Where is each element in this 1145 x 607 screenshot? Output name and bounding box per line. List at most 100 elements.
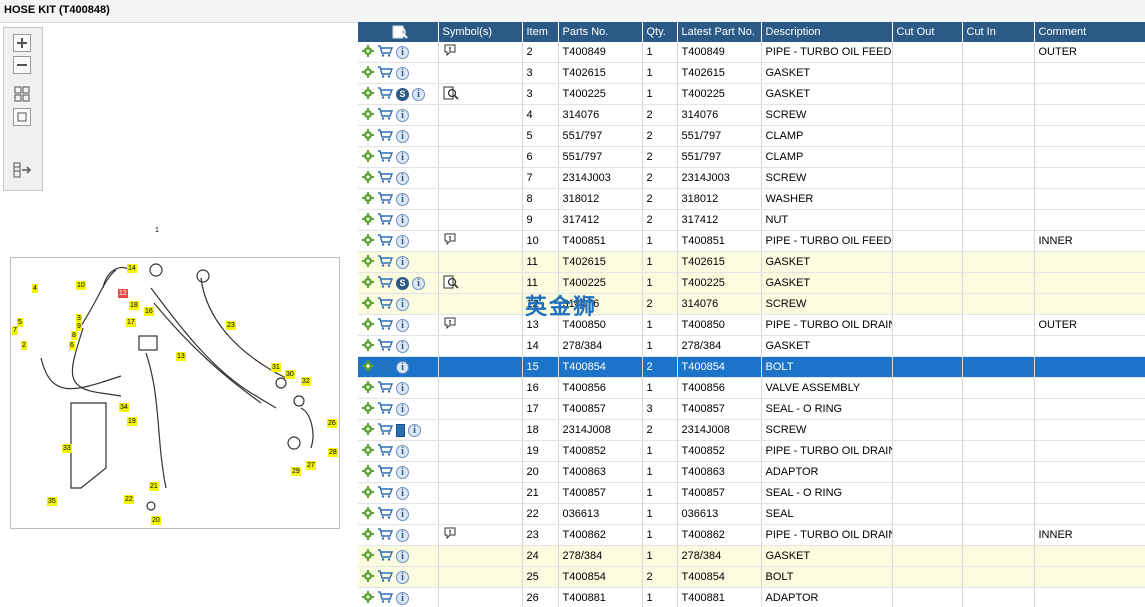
gear-icon[interactable]: [362, 359, 374, 375]
supersession-icon[interactable]: S: [396, 276, 409, 290]
info-icon[interactable]: i: [412, 87, 425, 101]
info-icon[interactable]: i: [412, 276, 425, 290]
gear-icon[interactable]: [362, 443, 374, 459]
add-to-cart-icon[interactable]: [377, 506, 394, 522]
add-to-cart-icon[interactable]: [377, 275, 394, 291]
gear-icon[interactable]: [362, 464, 374, 480]
info-icon[interactable]: i: [396, 150, 409, 164]
info-icon[interactable]: i: [396, 381, 409, 395]
info-icon[interactable]: i: [396, 570, 409, 584]
gear-icon[interactable]: [362, 44, 374, 60]
info-icon[interactable]: i: [396, 213, 409, 227]
add-to-cart-icon[interactable]: [377, 569, 394, 585]
add-to-cart-icon[interactable]: [377, 65, 394, 81]
info-icon[interactable]: i: [396, 318, 409, 332]
add-to-cart-icon[interactable]: [377, 233, 394, 249]
add-to-cart-icon[interactable]: [377, 548, 394, 564]
gear-icon[interactable]: [362, 107, 374, 123]
info-icon[interactable]: i: [396, 444, 409, 458]
column-header-comment[interactable]: Comment: [1034, 22, 1145, 42]
info-icon[interactable]: i: [396, 192, 409, 206]
table-row[interactable]: i 6 551/797 2 551/797 CLAMP: [358, 146, 1145, 168]
table-row[interactable]: i 11 T402615 1 T402615 GASKET: [358, 251, 1145, 273]
export-icon[interactable]: [13, 161, 32, 179]
add-to-cart-icon[interactable]: [377, 401, 394, 417]
gear-icon[interactable]: [362, 590, 374, 606]
add-to-cart-icon[interactable]: [377, 170, 394, 186]
table-row[interactable]: i 14 278/384 1 278/384 GASKET: [358, 335, 1145, 357]
gear-icon[interactable]: [362, 212, 374, 228]
fit-all-icon[interactable]: [13, 85, 31, 103]
info-icon[interactable]: i: [396, 402, 409, 416]
add-to-cart-icon[interactable]: [377, 527, 394, 543]
table-row[interactable]: i 23 T400862 1 T400862 PIPE - TURBO OIL DRAIN…: [358, 524, 1145, 546]
table-row[interactable]: i 2 T400849 1 T400849 PIPE - TURBO OIL FEED OU…: [358, 42, 1145, 63]
gear-icon[interactable]: [362, 275, 374, 291]
gear-icon[interactable]: [362, 65, 374, 81]
info-icon[interactable]: i: [408, 423, 421, 437]
column-header-latest-part-no[interactable]: Latest Part No.: [677, 22, 762, 42]
note-icon[interactable]: [443, 317, 457, 333]
add-to-cart-icon[interactable]: [377, 443, 394, 459]
table-row[interactable]: i 25 T400854 2 T400854 BOLT: [358, 566, 1145, 588]
info-icon[interactable]: i: [396, 507, 409, 521]
add-to-cart-icon[interactable]: [377, 44, 394, 60]
add-to-cart-icon[interactable]: [377, 254, 394, 270]
info-icon[interactable]: i: [396, 234, 409, 248]
actual-size-icon[interactable]: [13, 108, 31, 126]
gear-icon[interactable]: [362, 485, 374, 501]
document-icon[interactable]: [396, 423, 405, 437]
gear-icon[interactable]: [362, 569, 374, 585]
add-to-cart-icon[interactable]: [377, 464, 394, 480]
info-icon[interactable]: i: [396, 486, 409, 500]
column-header-symbols[interactable]: Symbol(s): [438, 22, 523, 42]
gear-icon[interactable]: [362, 317, 374, 333]
gear-icon[interactable]: [362, 86, 374, 102]
gear-icon[interactable]: [362, 254, 374, 270]
reference-lookup-icon[interactable]: [443, 86, 459, 103]
column-header-parts-no[interactable]: Parts No.: [558, 22, 643, 42]
add-to-cart-icon[interactable]: [377, 296, 394, 312]
add-to-cart-icon[interactable]: [377, 380, 394, 396]
table-row[interactable]: i 4 314076 2 314076 SCREW: [358, 104, 1145, 126]
exploded-parts-diagram[interactable]: 1 14 4 10 2 3 5 6 7 8 9 17 12 16 18 13 2…: [10, 227, 340, 529]
gear-icon[interactable]: [362, 338, 374, 354]
table-row[interactable]: i 26 T400881 1 T400881 ADAPTOR: [358, 587, 1145, 607]
table-row[interactable]: i 15 T400854 2 T400854 BOLT: [358, 356, 1145, 378]
table-row[interactable]: i 17 T400857 3 T400857 SEAL - O RING: [358, 398, 1145, 420]
add-to-cart-icon[interactable]: [377, 338, 394, 354]
column-header-item[interactable]: Item: [522, 22, 559, 42]
reference-lookup-icon[interactable]: [443, 275, 459, 292]
add-to-cart-icon[interactable]: [377, 191, 394, 207]
table-row[interactable]: i 18 2314J008 2 2314J008 SCREW: [358, 419, 1145, 441]
gear-icon[interactable]: [362, 527, 374, 543]
info-icon[interactable]: i: [396, 549, 409, 563]
add-to-cart-icon[interactable]: [377, 359, 394, 375]
table-row[interactable]: i 16 T400856 1 T400856 VALVE ASSEMBLY: [358, 377, 1145, 399]
info-icon[interactable]: i: [396, 255, 409, 269]
gear-icon[interactable]: [362, 191, 374, 207]
gear-icon[interactable]: [362, 380, 374, 396]
table-row[interactable]: i 8 318012 2 318012 WASHER: [358, 188, 1145, 210]
add-to-cart-icon[interactable]: [377, 128, 394, 144]
info-icon[interactable]: i: [396, 108, 409, 122]
add-to-cart-icon[interactable]: [377, 317, 394, 333]
gear-icon[interactable]: [362, 401, 374, 417]
info-icon[interactable]: i: [396, 591, 409, 605]
table-row[interactable]: i 22 036613 1 036613 SEAL: [358, 503, 1145, 525]
table-row[interactable]: Si 11 T400225 1 T400225 GASKET: [358, 272, 1145, 294]
table-row[interactable]: i 7 2314J003 2 2314J003 SCREW: [358, 167, 1145, 189]
info-icon[interactable]: i: [396, 297, 409, 311]
gear-icon[interactable]: [362, 296, 374, 312]
table-row[interactable]: i 20 T400863 1 T400863 ADAPTOR: [358, 461, 1145, 483]
table-row[interactable]: i 9 317412 2 317412 NUT: [358, 209, 1145, 231]
gear-icon[interactable]: [362, 548, 374, 564]
column-header-cut-out[interactable]: Cut Out: [892, 22, 963, 42]
table-row[interactable]: i 24 278/384 1 278/384 GASKET: [358, 545, 1145, 567]
column-header-cut-in[interactable]: Cut In: [962, 22, 1035, 42]
note-icon[interactable]: [443, 233, 457, 249]
info-icon[interactable]: i: [396, 45, 409, 59]
info-icon[interactable]: i: [396, 465, 409, 479]
table-row[interactable]: i 10 T400851 1 T400851 PIPE - TURBO OIL FEED I…: [358, 230, 1145, 252]
table-row[interactable]: Si 3 T400225 1 T400225 GASKET: [358, 83, 1145, 105]
